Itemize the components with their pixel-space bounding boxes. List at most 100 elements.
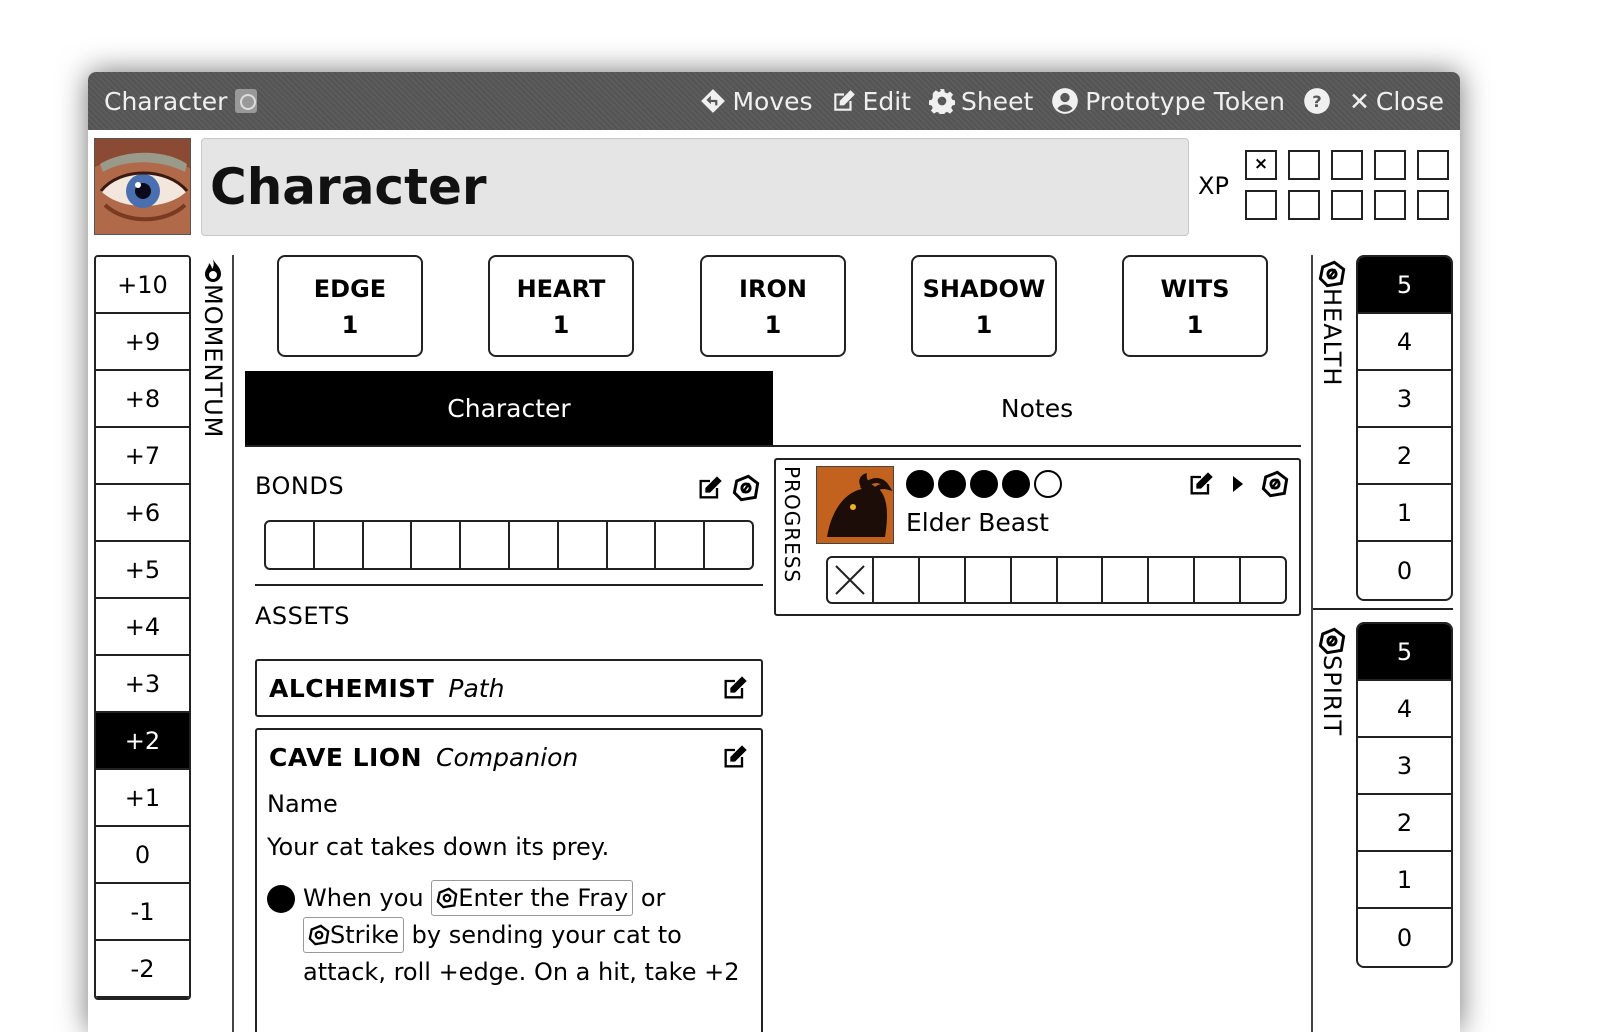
help-button[interactable]: ? (1303, 87, 1331, 115)
rank-dot-filled[interactable] (970, 470, 998, 498)
spirit-cell[interactable]: 2 (1358, 795, 1451, 852)
stat-shadow[interactable]: SHADOW 1 (911, 255, 1057, 357)
edit-button[interactable]: Edit (831, 87, 911, 116)
progress-box[interactable] (1241, 558, 1285, 602)
xp-box[interactable] (1245, 190, 1277, 220)
bond-box[interactable] (315, 522, 364, 568)
momentum-cell[interactable]: +8 (96, 371, 189, 428)
stat-wits[interactable]: WITS 1 (1122, 255, 1268, 357)
health-roll-icon[interactable] (1318, 260, 1346, 288)
momentum-cell[interactable]: +10 (96, 257, 189, 314)
xp-box[interactable] (1288, 150, 1320, 180)
momentum-cell[interactable]: +1 (96, 770, 189, 827)
bond-box[interactable] (608, 522, 657, 568)
progress-box[interactable] (1058, 558, 1104, 602)
caret-right-icon[interactable] (1231, 474, 1245, 494)
bonds-track[interactable] (264, 520, 754, 570)
progress-boxes[interactable] (826, 556, 1287, 604)
bond-box[interactable] (412, 522, 462, 568)
close-button[interactable]: ✕ Close (1349, 87, 1444, 116)
momentum-cell[interactable]: 0 (96, 827, 189, 884)
xp-box[interactable] (1331, 190, 1363, 220)
move-link-strike[interactable]: Strike (303, 917, 404, 953)
asset-edit-icon[interactable] (721, 674, 749, 702)
spirit-cell[interactable]: 4 (1358, 681, 1451, 738)
document-id-icon[interactable] (235, 89, 258, 113)
bonds-title: BONDS (255, 472, 345, 500)
progress-name[interactable]: Elder Beast (906, 508, 1049, 537)
move-link-enter-the-fray[interactable]: Enter the Fray (431, 880, 634, 916)
bond-box[interactable] (461, 522, 510, 568)
progress-box[interactable] (1012, 558, 1058, 602)
xp-box[interactable] (1374, 190, 1406, 220)
spirit-cell[interactable]: 0 (1358, 909, 1451, 966)
progress-box[interactable] (1195, 558, 1242, 602)
xp-box-marked[interactable]: × (1245, 150, 1277, 180)
progress-box[interactable] (1149, 558, 1196, 602)
bond-box[interactable] (705, 522, 752, 568)
burn-momentum-icon[interactable] (201, 258, 225, 284)
xp-box[interactable] (1288, 190, 1320, 220)
stat-iron[interactable]: IRON 1 (700, 255, 846, 357)
ability-marked-dot[interactable] (267, 885, 295, 913)
asset-edit-icon[interactable] (721, 743, 749, 771)
momentum-cell[interactable]: +7 (96, 428, 189, 485)
moves-button[interactable]: Moves (700, 87, 813, 116)
rank-dot-filled[interactable] (906, 470, 934, 498)
bond-box[interactable] (656, 522, 706, 568)
health-cell[interactable]: 3 (1358, 371, 1451, 428)
xp-box[interactable] (1417, 190, 1449, 220)
rank-dot-empty[interactable] (1034, 470, 1062, 498)
prototype-token-button[interactable]: Prototype Token (1051, 87, 1285, 116)
momentum-cell[interactable]: +4 (96, 599, 189, 656)
health-cell-current[interactable]: 5 (1358, 257, 1451, 314)
health-cell[interactable]: 2 (1358, 428, 1451, 485)
spirit-roll-icon[interactable] (1318, 627, 1346, 655)
challenge-rank[interactable] (906, 470, 1062, 498)
progress-roll-icon[interactable] (1261, 470, 1289, 498)
progress-box[interactable] (920, 558, 966, 602)
health-cell[interactable]: 4 (1358, 314, 1451, 371)
xp-box[interactable] (1374, 150, 1406, 180)
progress-image (816, 466, 894, 544)
progress-track-card[interactable]: PROGRESS Elder Beast (774, 458, 1301, 616)
character-portrait[interactable] (94, 138, 191, 235)
momentum-cell[interactable]: +5 (96, 542, 189, 599)
rank-dot-filled[interactable] (938, 470, 966, 498)
window-titlebar[interactable]: Character Moves Edit Sheet Prototype Tok… (88, 72, 1460, 130)
bond-box[interactable] (364, 522, 413, 568)
momentum-cell[interactable]: +3 (96, 656, 189, 713)
character-name-input[interactable]: Character (201, 138, 1189, 236)
momentum-cell[interactable]: +9 (96, 314, 189, 371)
spirit-cell[interactable]: 3 (1358, 738, 1451, 795)
health-cell[interactable]: 0 (1358, 542, 1451, 599)
tab-character[interactable]: Character (245, 371, 773, 445)
momentum-cell[interactable]: -2 (96, 941, 189, 998)
bond-box[interactable] (510, 522, 559, 568)
stat-edge[interactable]: EDGE 1 (277, 255, 423, 357)
spirit-cell[interactable]: 1 (1358, 852, 1451, 909)
momentum-cell[interactable]: +6 (96, 485, 189, 542)
stat-heart[interactable]: HEART 1 (488, 255, 634, 357)
sheet-button[interactable]: Sheet (928, 87, 1033, 116)
bond-box[interactable] (559, 522, 608, 568)
bond-box[interactable] (266, 522, 315, 568)
progress-box-marked[interactable] (828, 558, 874, 602)
progress-box[interactable] (966, 558, 1012, 602)
momentum-cell[interactable]: -1 (96, 884, 189, 941)
xp-box[interactable] (1331, 150, 1363, 180)
asset-cave-lion[interactable]: CAVE LION Companion Name Your cat takes … (255, 728, 763, 1032)
health-cell[interactable]: 1 (1358, 485, 1451, 542)
momentum-cell-current[interactable]: +2 (96, 713, 189, 770)
tab-notes[interactable]: Notes (773, 371, 1301, 445)
user-circle-icon (1052, 88, 1079, 114)
bonds-edit-icon[interactable] (696, 474, 724, 502)
progress-edit-icon[interactable] (1187, 470, 1215, 498)
progress-box[interactable] (1103, 558, 1150, 602)
rank-dot-filled[interactable] (1002, 470, 1030, 498)
asset-alchemist[interactable]: ALCHEMIST Path (255, 659, 763, 717)
progress-box[interactable] (874, 558, 920, 602)
spirit-cell-current[interactable]: 5 (1358, 624, 1451, 681)
xp-box[interactable] (1417, 150, 1449, 180)
bonds-roll-icon[interactable] (732, 474, 760, 502)
